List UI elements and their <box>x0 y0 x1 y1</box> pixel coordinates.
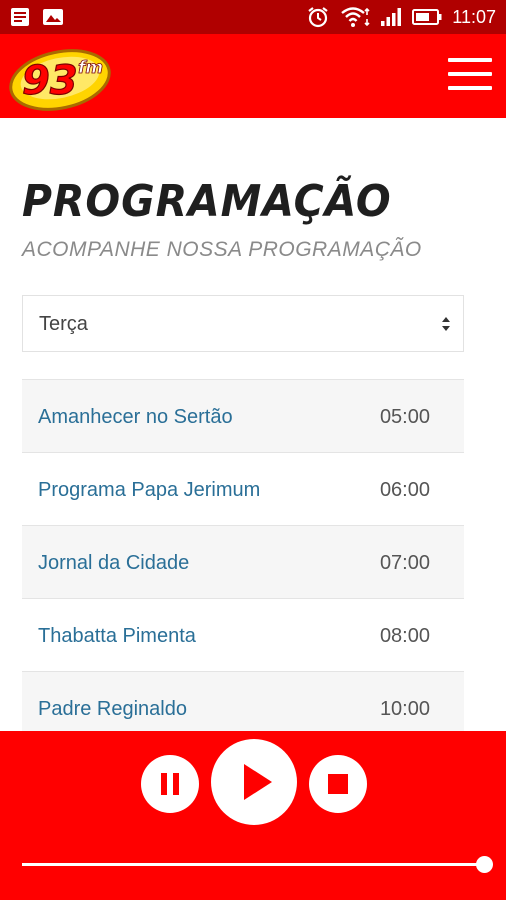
logo-icon: 93 fm <box>9 49 111 111</box>
play-icon <box>244 764 272 800</box>
hamburger-menu-icon <box>448 58 492 62</box>
notification-icon <box>11 8 29 26</box>
volume-slider-thumb[interactable] <box>476 856 493 873</box>
image-icon <box>43 9 63 25</box>
program-name: Thabatta Pimenta <box>38 625 196 647</box>
audio-player <box>0 731 506 900</box>
play-button[interactable] <box>211 739 297 825</box>
schedule-row[interactable]: Amanhecer no Sertão 05:00 <box>22 379 464 452</box>
program-time: 05:00 <box>379 406 430 428</box>
program-time: 10:00 <box>379 698 430 720</box>
app-header: 93 fm <box>0 34 506 118</box>
status-system: 11:07 <box>306 6 496 28</box>
stop-button[interactable] <box>309 755 367 813</box>
program-name: Padre Reginaldo <box>38 698 187 720</box>
schedule-row[interactable]: Jornal da Cidade 07:00 <box>22 525 464 598</box>
pause-button[interactable] <box>141 755 199 813</box>
logo[interactable]: 93 fm <box>8 40 118 112</box>
battery-icon <box>412 9 442 25</box>
program-name: Programa Papa Jerimum <box>38 479 261 501</box>
status-bar: 11:07 <box>0 0 506 34</box>
program-time: 06:00 <box>379 479 430 501</box>
day-select-value: Terça <box>39 313 88 335</box>
program-time: 07:00 <box>379 552 430 574</box>
svg-text:93: 93 <box>22 58 78 104</box>
hamburger-menu-button[interactable] <box>448 58 492 94</box>
volume-slider-track[interactable] <box>22 863 484 866</box>
status-notifications <box>10 7 64 27</box>
schedule-list: Amanhecer no Sertão 05:00 Programa Papa … <box>22 379 464 744</box>
schedule-row[interactable]: Programa Papa Jerimum 06:00 <box>22 452 464 525</box>
signal-icon <box>381 8 402 26</box>
wifi-icon <box>341 7 370 27</box>
schedule-row[interactable]: Thabatta Pimenta 08:00 <box>22 598 464 671</box>
status-time: 11:07 <box>452 6 496 27</box>
page-title: PROGRAMAÇÃO <box>22 176 392 227</box>
day-select[interactable]: Terça <box>22 295 464 352</box>
svg-text:fm: fm <box>78 58 103 78</box>
alarm-icon <box>308 7 328 28</box>
stop-icon <box>328 774 348 794</box>
select-arrows-icon <box>442 317 450 331</box>
page-subtitle: ACOMPANHE NOSSA PROGRAMAÇÃO <box>22 238 422 261</box>
program-time: 08:00 <box>379 625 430 647</box>
program-name: Jornal da Cidade <box>38 552 190 574</box>
program-name: Amanhecer no Sertão <box>38 406 233 428</box>
